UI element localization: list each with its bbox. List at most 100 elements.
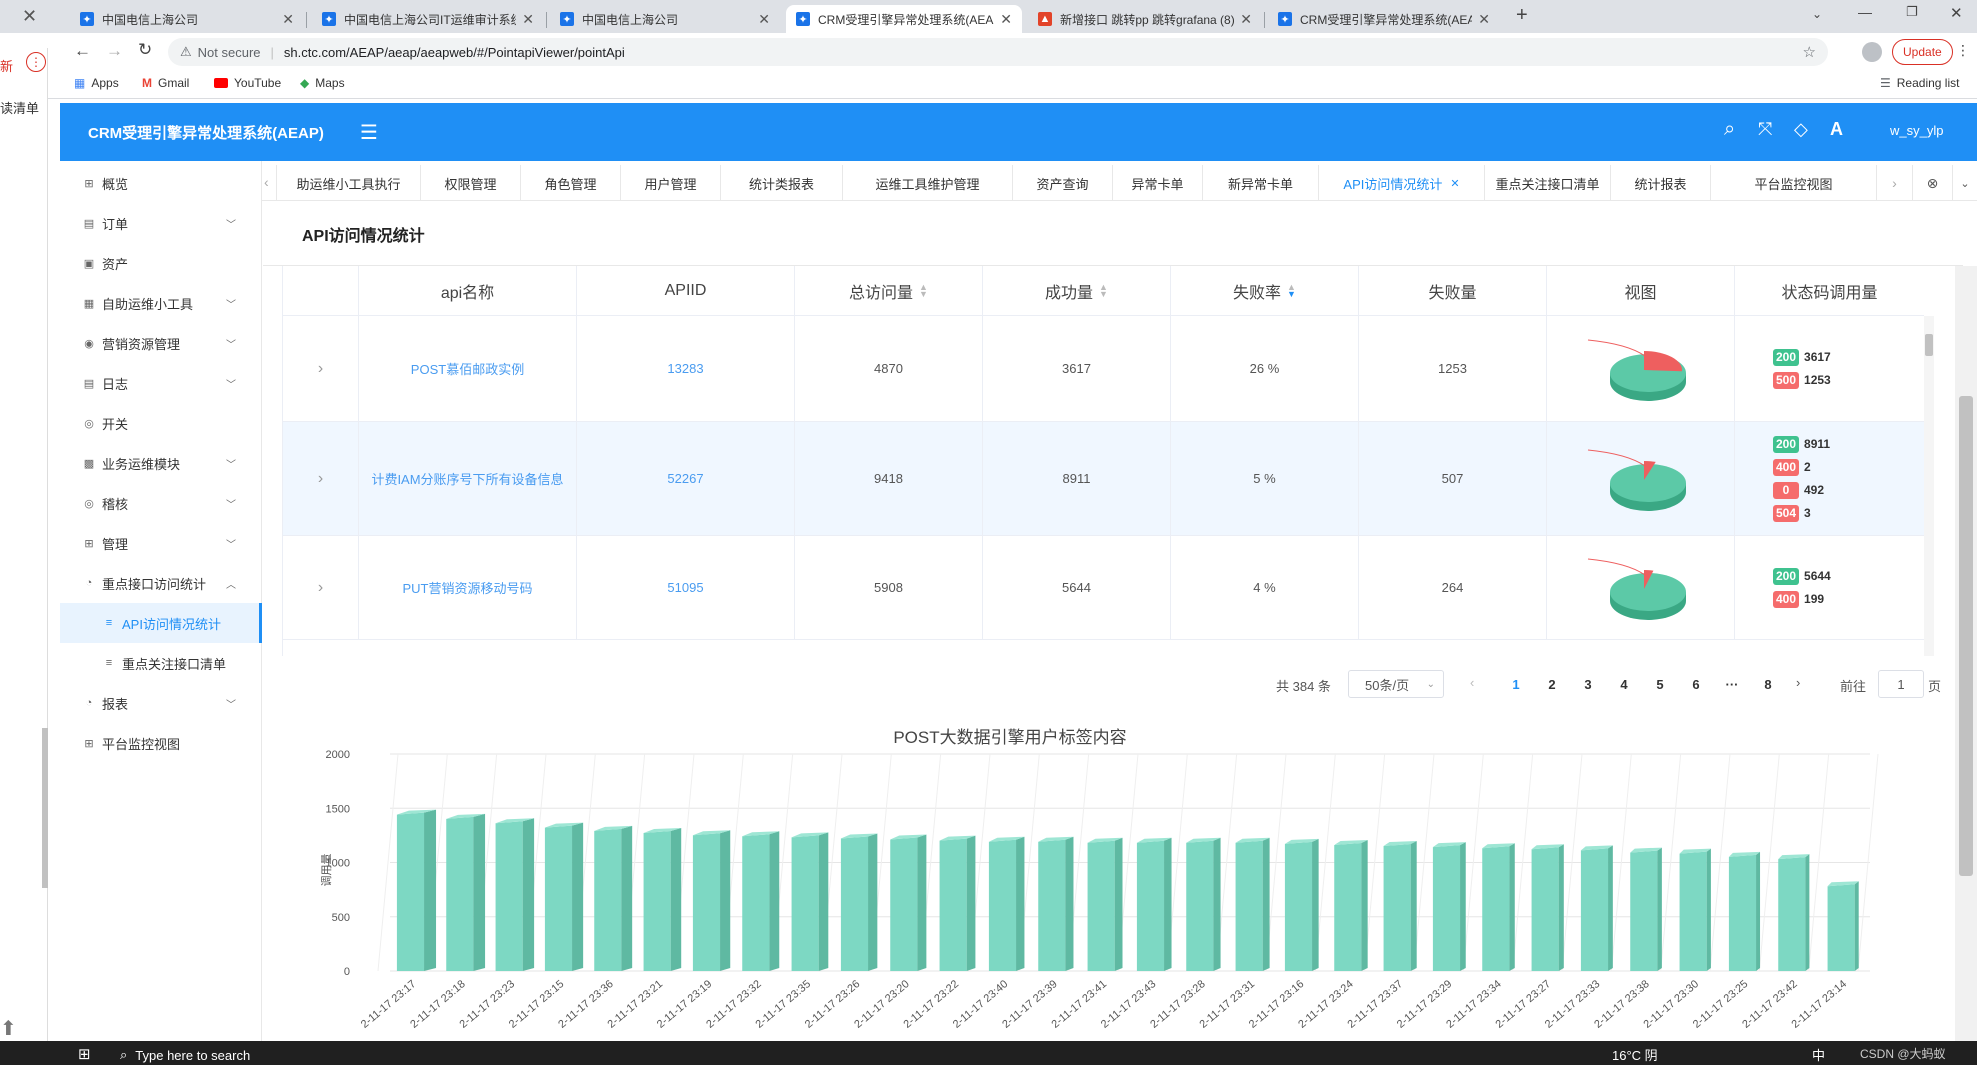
diamond-icon[interactable]: ◇ bbox=[1794, 119, 1808, 140]
bar[interactable] bbox=[1087, 837, 1123, 971]
tab-0[interactable]: 助运维小工具执行 bbox=[276, 165, 420, 201]
table-scrollbar[interactable] bbox=[1924, 316, 1934, 656]
bar[interactable] bbox=[643, 828, 682, 971]
tags-scroll-right-icon[interactable]: › bbox=[1876, 165, 1912, 201]
sidebar-item-4[interactable]: ◉ 营销资源管理 ﹀ bbox=[60, 323, 262, 363]
bar[interactable] bbox=[890, 834, 927, 971]
new-tab-button[interactable]: + bbox=[1516, 4, 1528, 27]
bookmark-gmail[interactable]: M Gmail bbox=[142, 76, 189, 90]
tab-10[interactable]: 重点关注接口清单 bbox=[1484, 165, 1610, 201]
user-name[interactable]: w_sy_ylp bbox=[1890, 123, 1943, 138]
bar[interactable] bbox=[1432, 842, 1466, 971]
ime-indicator[interactable]: 中 bbox=[1812, 1045, 1825, 1064]
bar[interactable] bbox=[1728, 851, 1761, 971]
expand-icon[interactable]: › bbox=[283, 422, 359, 535]
tab-5[interactable]: 运维工具维护管理 bbox=[842, 165, 1012, 201]
table-row[interactable]: › PUT营销资源移动号码 51095 5908 5644 4 % 264 200 5644 40… bbox=[283, 536, 1924, 640]
tab-close-icon[interactable]: ✕ bbox=[522, 11, 534, 28]
tab-close-icon[interactable]: ✕ bbox=[282, 11, 294, 28]
bar[interactable] bbox=[1778, 854, 1810, 971]
bar[interactable] bbox=[742, 831, 780, 971]
page-number[interactable]: 4 bbox=[1610, 670, 1638, 698]
page-number[interactable]: 1 bbox=[1502, 670, 1530, 698]
page-number[interactable]: ··· bbox=[1718, 670, 1746, 698]
mini-pie-chart[interactable] bbox=[1547, 422, 1735, 535]
sidebar-item-11[interactable]: ≡ API访问情况统计 bbox=[60, 603, 262, 643]
sidebar-item-0[interactable]: ⊞ 概览 bbox=[60, 163, 262, 203]
edge-menu-icon[interactable]: ⋮ bbox=[26, 52, 46, 72]
sidebar-item-13[interactable]: ◔ 报表 ﹀ bbox=[60, 683, 262, 723]
column-header-5[interactable]: 失败率 ▲ ▼ bbox=[1171, 266, 1359, 316]
bar[interactable] bbox=[396, 809, 437, 971]
sort-icon[interactable]: ▲ ▼ bbox=[1287, 282, 1296, 298]
reading-list[interactable]: ☰ Reading list bbox=[1880, 76, 1959, 90]
browser-tab-5[interactable]: ✦ CRM受理引擎异常处理系统(AEAP) ✕ bbox=[1268, 5, 1500, 33]
profile-avatar[interactable] bbox=[1862, 42, 1882, 62]
search-icon[interactable]: ⌕ bbox=[1724, 118, 1735, 141]
bar[interactable] bbox=[1827, 881, 1859, 971]
page-number[interactable]: 3 bbox=[1574, 670, 1602, 698]
next-page-icon[interactable]: › bbox=[1796, 675, 1800, 690]
page-size-select[interactable]: 50条/页 ⌄ bbox=[1348, 670, 1444, 698]
back-icon[interactable]: ← bbox=[74, 41, 91, 61]
sidebar-item-1[interactable]: ▤ 订单 ﹀ bbox=[60, 203, 262, 243]
minimize-icon[interactable]: — bbox=[1858, 4, 1872, 20]
column-header-4[interactable]: 成功量 ▲ ▼ bbox=[983, 266, 1171, 316]
sort-icon[interactable]: ▲ ▼ bbox=[919, 282, 928, 298]
url-text[interactable]: sh.ctc.com/AEAP/aeap/aeapweb/#/PointapiV… bbox=[284, 45, 625, 60]
hamburger-icon[interactable]: ☰ bbox=[360, 120, 378, 145]
tab-2[interactable]: 角色管理 bbox=[520, 165, 620, 201]
bar[interactable] bbox=[1038, 836, 1074, 971]
browser-tab-3[interactable]: ✦ CRM受理引擎异常处理系统(AEAP) ✕ bbox=[786, 5, 1022, 33]
bar[interactable] bbox=[1334, 839, 1368, 971]
mini-pie-chart[interactable] bbox=[1547, 316, 1735, 421]
page-number[interactable]: 8 bbox=[1754, 670, 1782, 698]
bar[interactable] bbox=[791, 832, 829, 971]
goto-page-input[interactable]: 1 bbox=[1878, 670, 1924, 698]
expand-icon[interactable]: › bbox=[283, 536, 359, 639]
update-button[interactable]: Update bbox=[1892, 39, 1953, 65]
tab-3[interactable]: 用户管理 bbox=[620, 165, 720, 201]
bar[interactable] bbox=[1383, 841, 1417, 971]
bar[interactable] bbox=[495, 818, 535, 971]
bar[interactable] bbox=[840, 833, 878, 971]
page-scrollbar[interactable] bbox=[1955, 266, 1977, 1041]
forward-icon[interactable]: → bbox=[106, 41, 123, 61]
bookmark-star-icon[interactable]: ☆ bbox=[1803, 43, 1816, 61]
tab-4[interactable]: 统计类报表 bbox=[720, 165, 842, 201]
bar[interactable] bbox=[1284, 838, 1319, 971]
sidebar-item-5[interactable]: ▤ 日志 ﹀ bbox=[60, 363, 262, 403]
mini-pie-chart[interactable] bbox=[1547, 536, 1735, 639]
prev-page-icon[interactable]: ‹ bbox=[1470, 675, 1474, 690]
api-name-link[interactable]: POST慕佰邮政实例 bbox=[359, 316, 577, 421]
bar[interactable] bbox=[1186, 837, 1221, 971]
tags-dropdown-icon[interactable]: ⌄ bbox=[1952, 165, 1977, 201]
column-header-3[interactable]: 总访问量 ▲ ▼ bbox=[795, 266, 983, 316]
windows-start-icon[interactable]: ⊞ bbox=[78, 1045, 91, 1063]
bookmark-apps[interactable]: ▦ Apps bbox=[74, 76, 119, 90]
menu-icon[interactable]: ⋮ bbox=[1956, 42, 1970, 59]
api-name-link[interactable]: PUT营销资源移动号码 bbox=[359, 536, 577, 639]
tab-7[interactable]: 异常卡单 bbox=[1112, 165, 1202, 201]
browser-tab-1[interactable]: ✦ 中国电信上海公司IT运维审计系统 ✕ bbox=[312, 5, 544, 33]
table-row[interactable]: › POST慕佰邮政实例 13283 4870 3617 26 % 1253 200 3617 5… bbox=[283, 316, 1924, 422]
tab-8[interactable]: 新异常卡单 bbox=[1202, 165, 1318, 201]
sidebar-item-3[interactable]: ▦ 自助运维小工具 ﹀ bbox=[60, 283, 262, 323]
tab-12[interactable]: 平台监控视图 bbox=[1710, 165, 1876, 201]
close-icon[interactable]: ✕ bbox=[1950, 4, 1963, 22]
tab-close-icon[interactable]: ✕ bbox=[1000, 11, 1012, 28]
bar[interactable] bbox=[594, 825, 633, 971]
api-id-link[interactable]: 52267 bbox=[577, 422, 795, 535]
expand-icon[interactable]: › bbox=[283, 316, 359, 421]
bar[interactable] bbox=[1482, 843, 1515, 971]
bar[interactable] bbox=[939, 835, 976, 971]
page-number[interactable]: 5 bbox=[1646, 670, 1674, 698]
browser-tab-4[interactable]: ▲ 新增接口 跳转pp 跳转grafana (8) ✕ bbox=[1028, 5, 1262, 33]
bar[interactable] bbox=[1235, 837, 1270, 971]
sidebar-item-2[interactable]: ▣ 资产 bbox=[60, 243, 262, 283]
bar[interactable] bbox=[1630, 847, 1662, 971]
table-row[interactable]: › 计费IAM分账序号下所有设备信息 52267 9418 8911 5 % 507 200 8… bbox=[283, 422, 1924, 536]
bar[interactable] bbox=[1679, 848, 1711, 971]
tab-9[interactable]: API访问情况统计 ✕ bbox=[1318, 165, 1484, 201]
browser-tab-0[interactable]: ✦ 中国电信上海公司 ✕ bbox=[70, 5, 304, 33]
